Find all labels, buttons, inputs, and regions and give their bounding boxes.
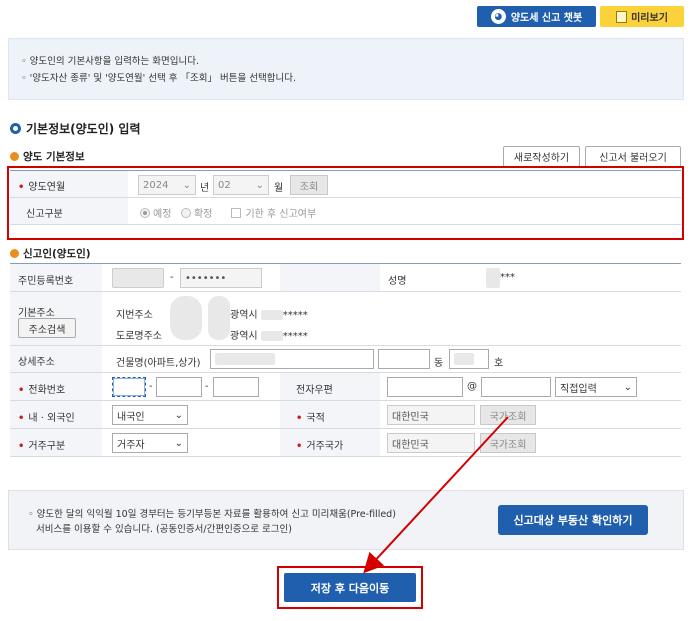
annotation-arrow [363, 416, 509, 574]
